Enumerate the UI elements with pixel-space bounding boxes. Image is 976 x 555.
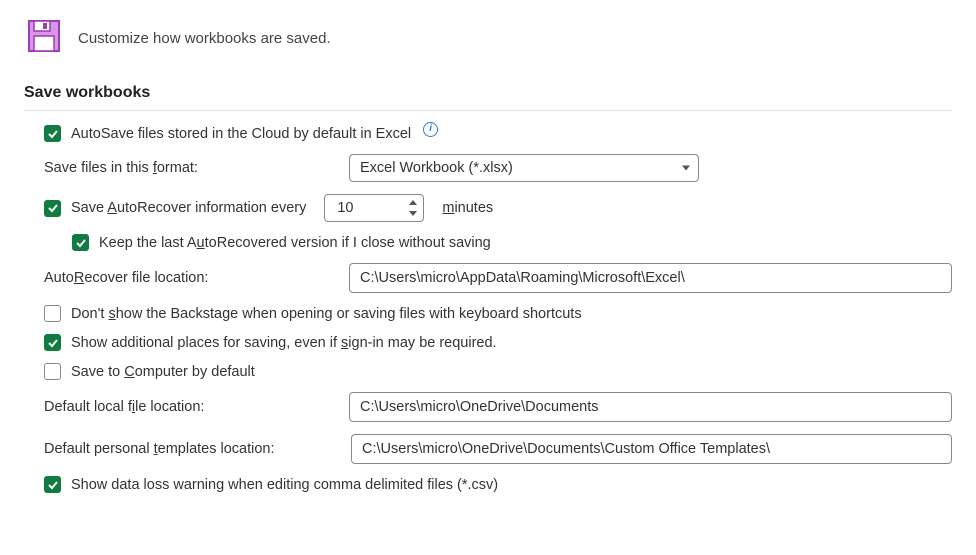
default-templates-field[interactable]: C:\Users\micro\OneDrive\Documents\Custom… [351, 434, 952, 464]
show-additional-row: Show additional places for saving, even … [44, 334, 952, 351]
save-format-row: Save files in this format: Excel Workboo… [44, 154, 952, 182]
default-templates-value: C:\Users\micro\OneDrive\Documents\Custom… [362, 441, 770, 457]
autorecover-minutes-label: minutes [442, 200, 493, 216]
autosave-cloud-label: AutoSave files stored in the Cloud by de… [71, 126, 411, 142]
autorecover-location-field[interactable]: C:\Users\micro\AppData\Roaming\Microsoft… [349, 263, 952, 293]
save-format-select[interactable]: Excel Workbook (*.xlsx) [349, 154, 699, 182]
autosave-cloud-checkbox[interactable] [44, 125, 61, 142]
spinner-down-icon[interactable] [409, 211, 417, 216]
default-templates-label: Default personal templates location: [44, 441, 341, 457]
show-data-loss-label: Show data loss warning when editing comm… [71, 477, 498, 493]
autorecover-label: Save AutoRecover information every [71, 200, 306, 216]
autorecover-location-value: C:\Users\micro\AppData\Roaming\Microsoft… [360, 270, 685, 286]
default-local-label: Default local file location: [44, 399, 339, 415]
header-description: Customize how workbooks are saved. [78, 30, 331, 47]
save-options-pane: Customize how workbooks are saved. Save … [0, 0, 976, 509]
show-data-loss-checkbox[interactable] [44, 476, 61, 493]
section-divider [24, 110, 952, 111]
dont-show-backstage-row: Don't show the Backstage when opening or… [44, 305, 952, 322]
autorecover-row: Save AutoRecover information every 10 mi… [44, 194, 952, 222]
keep-last-checkbox[interactable] [72, 234, 89, 251]
save-format-label: Save files in this format: [44, 160, 339, 176]
header: Customize how workbooks are saved. [24, 8, 952, 78]
spinner-up-icon[interactable] [409, 200, 417, 205]
autosave-cloud-row: AutoSave files stored in the Cloud by de… [44, 125, 952, 142]
autorecover-minutes-spinner[interactable]: 10 [324, 194, 424, 222]
save-to-computer-label: Save to Computer by default [71, 364, 255, 380]
default-local-value: C:\Users\micro\OneDrive\Documents [360, 399, 599, 415]
save-icon [24, 16, 64, 60]
dont-show-backstage-checkbox[interactable] [44, 305, 61, 322]
dont-show-backstage-label: Don't show the Backstage when opening or… [71, 306, 582, 322]
autorecover-location-row: AutoRecover file location: C:\Users\micr… [44, 263, 952, 293]
keep-last-label: Keep the last AutoRecovered version if I… [99, 235, 491, 251]
default-local-field[interactable]: C:\Users\micro\OneDrive\Documents [349, 392, 952, 422]
save-to-computer-row: Save to Computer by default [44, 363, 952, 380]
autorecover-checkbox[interactable] [44, 200, 61, 217]
default-local-row: Default local file location: C:\Users\mi… [44, 392, 952, 422]
autorecover-location-label: AutoRecover file location: [44, 270, 339, 286]
show-additional-checkbox[interactable] [44, 334, 61, 351]
show-additional-label: Show additional places for saving, even … [71, 335, 497, 351]
default-templates-row: Default personal templates location: C:\… [44, 434, 952, 464]
autorecover-minutes-value: 10 [337, 200, 353, 216]
info-icon[interactable]: i [423, 122, 438, 137]
section-title: Save workbooks [24, 78, 952, 110]
show-data-loss-row: Show data loss warning when editing comm… [44, 476, 952, 493]
save-format-value: Excel Workbook (*.xlsx) [360, 160, 513, 176]
save-to-computer-checkbox[interactable] [44, 363, 61, 380]
keep-last-row: Keep the last AutoRecovered version if I… [44, 234, 952, 251]
